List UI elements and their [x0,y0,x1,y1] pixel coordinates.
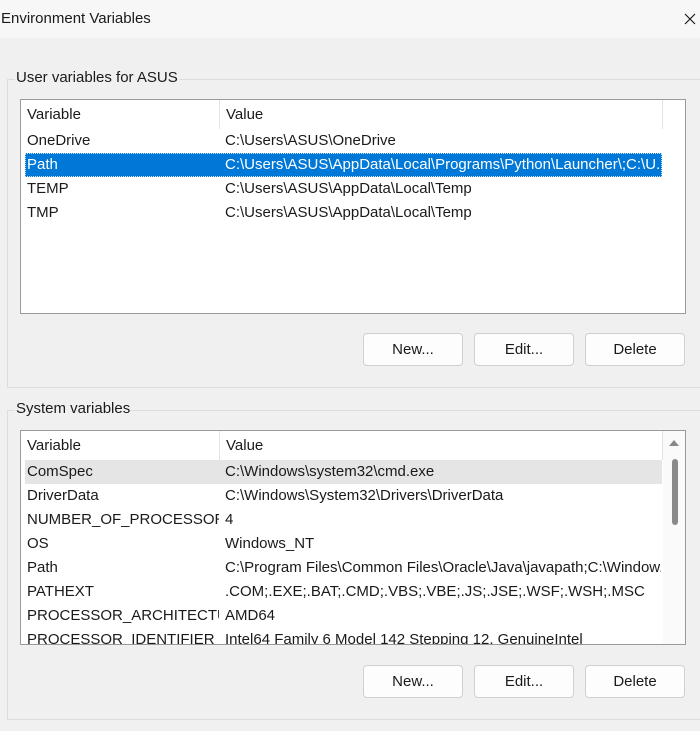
system-variables-label: System variables [15,400,132,417]
variable-name: PATHEXT [27,583,94,600]
system-new-button[interactable]: New... [363,665,463,698]
column-header-value[interactable]: Value [220,100,663,129]
user-new-button[interactable]: New... [363,333,463,366]
column-header-variable[interactable]: Variable [21,431,220,460]
system-edit-button[interactable]: Edit... [474,665,574,698]
scroll-up-arrow-icon[interactable] [669,440,679,446]
variable-name: Path [27,156,58,173]
column-header-variable[interactable]: Variable [21,100,220,129]
system-variable-row[interactable]: NUMBER_OF_PROCESSORS 4 [25,508,662,532]
system-variable-row[interactable]: PROCESSOR_IDENTIFIER Intel64 Family 6 Mo… [25,628,662,645]
variable-value: C:\Windows\system32\cmd.exe [225,463,435,480]
user-variable-row[interactable]: TEMP C:\Users\ASUS\AppData\Local\Temp [25,177,662,201]
user-edit-button[interactable]: Edit... [474,333,574,366]
variable-name: NUMBER_OF_PROCESSORS [27,511,219,528]
scrollbar-thumb[interactable] [672,459,678,525]
title-bar: Environment Variables [0,0,700,38]
system-variable-row[interactable]: PROCESSOR_ARCHITECTURE AMD64 [25,604,662,628]
variable-value: C:\Users\ASUS\AppData\Local\Temp [225,180,472,197]
variable-name: PROCESSOR_ARCHITECTURE [27,607,219,624]
variable-value: C:\Program Files\Common Files\Oracle\Jav… [225,559,661,576]
list-header: Variable Value [21,431,685,460]
variable-value: C:\Users\ASUS\AppData\Local\Programs\Pyt… [225,156,661,173]
window-title: Environment Variables [1,10,151,27]
vertical-scrollbar[interactable] [663,431,685,644]
variable-name: TEMP [27,180,69,197]
variable-name: PROCESSOR_IDENTIFIER [27,631,215,645]
variable-value: AMD64 [225,607,276,624]
system-delete-button[interactable]: Delete [585,665,685,698]
variable-name: OS [27,535,49,552]
variable-name: ComSpec [27,463,93,480]
system-variable-row[interactable]: OS Windows_NT [25,532,662,556]
user-variables-list[interactable]: Variable Value OneDrive C:\Users\ASUS\On… [20,99,686,314]
system-variables-list[interactable]: Variable Value ComSpec C:\Windows\system… [20,430,686,645]
system-variable-row[interactable]: DriverData C:\Windows\System32\Drivers\D… [25,484,662,508]
variable-name: DriverData [27,487,99,504]
variable-value: .COM;.EXE;.BAT;.CMD;.VBS;.VBE;.JS;.JSE;.… [225,583,645,600]
variable-value: Intel64 Family 6 Model 142 Stepping 12, … [225,631,583,645]
user-delete-button[interactable]: Delete [585,333,685,366]
variable-value: Windows_NT [225,535,315,552]
variable-value: C:\Users\ASUS\AppData\Local\Temp [225,204,472,221]
variable-value: 4 [225,511,234,528]
user-variable-row-selected[interactable]: Path C:\Users\ASUS\AppData\Local\Program… [25,153,662,177]
system-variable-row[interactable]: Path C:\Program Files\Common Files\Oracl… [25,556,662,580]
variable-value: C:\Users\ASUS\OneDrive [225,132,396,149]
user-variable-row[interactable]: TMP C:\Users\ASUS\AppData\Local\Temp [25,201,662,225]
system-variable-row[interactable]: PATHEXT .COM;.EXE;.BAT;.CMD;.VBS;.VBE;.J… [25,580,662,604]
system-variable-row-hover[interactable]: ComSpec C:\Windows\system32\cmd.exe [25,460,662,484]
user-variable-row[interactable]: OneDrive C:\Users\ASUS\OneDrive [25,129,662,153]
variable-name: Path [27,559,58,576]
variable-value: C:\Windows\System32\Drivers\DriverData [225,487,504,504]
close-icon[interactable] [680,0,700,38]
variable-name: OneDrive [27,132,91,149]
variable-name: TMP [27,204,59,221]
user-variables-label: User variables for ASUS [15,69,179,86]
list-header: Variable Value [21,100,685,129]
column-header-value[interactable]: Value [220,431,663,460]
